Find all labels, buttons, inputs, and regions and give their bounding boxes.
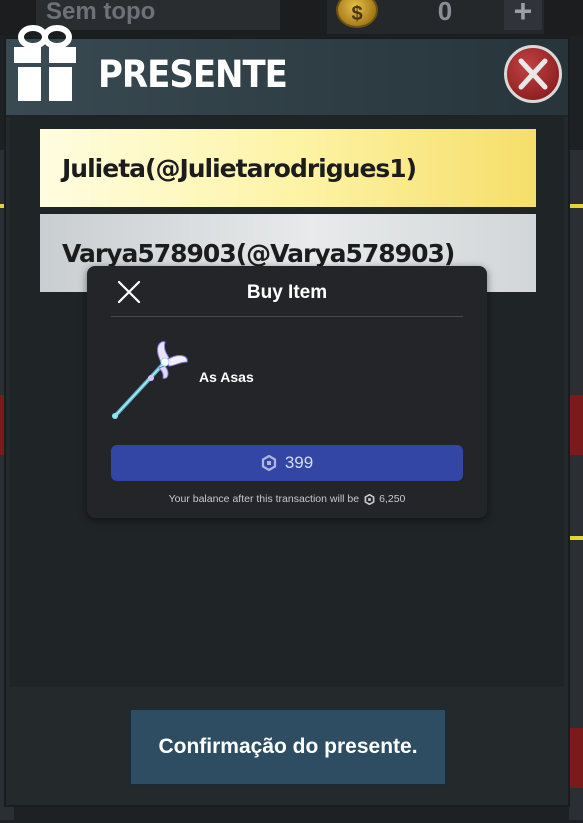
confirm-gift-button[interactable]: Confirmação do presente. bbox=[129, 708, 447, 786]
robux-icon bbox=[364, 493, 375, 505]
wand-icon bbox=[112, 341, 188, 419]
dialog-title: PRESENTE bbox=[98, 53, 288, 97]
background-accent bbox=[570, 395, 583, 455]
prompt-title: Buy Item bbox=[246, 282, 328, 303]
buy-button[interactable]: 399 bbox=[111, 445, 463, 481]
close-icon bbox=[518, 58, 548, 90]
recipient-row[interactable]: Julieta(@Julietarodrigues1) bbox=[40, 129, 536, 207]
close-button[interactable] bbox=[504, 45, 562, 103]
background-accent bbox=[570, 728, 583, 788]
item-name: As Asas bbox=[199, 369, 254, 385]
balance-note: Your balance after this transaction will… bbox=[87, 493, 487, 505]
gift-icon bbox=[14, 25, 76, 101]
balance-text: Your balance after this transaction will… bbox=[168, 493, 360, 505]
dialog-header: PRESENTE bbox=[6, 25, 568, 117]
item-price: 399 bbox=[284, 453, 314, 472]
divider bbox=[111, 316, 463, 317]
recipient-label: Julieta(@Julietarodrigues1) bbox=[62, 153, 417, 183]
background-right-edge bbox=[569, 150, 583, 820]
robux-icon bbox=[261, 455, 276, 471]
recipient-label: Varya578903(@Varya578903) bbox=[62, 238, 455, 268]
purchase-prompt: Buy Item As Asas 399 Your balance after … bbox=[87, 266, 487, 518]
background-accent bbox=[570, 536, 583, 540]
background-accent bbox=[570, 204, 583, 208]
coin-count: 0 bbox=[437, 0, 453, 26]
balance-value: 6,250 bbox=[379, 493, 406, 505]
add-coins-button[interactable]: + bbox=[504, 0, 542, 30]
